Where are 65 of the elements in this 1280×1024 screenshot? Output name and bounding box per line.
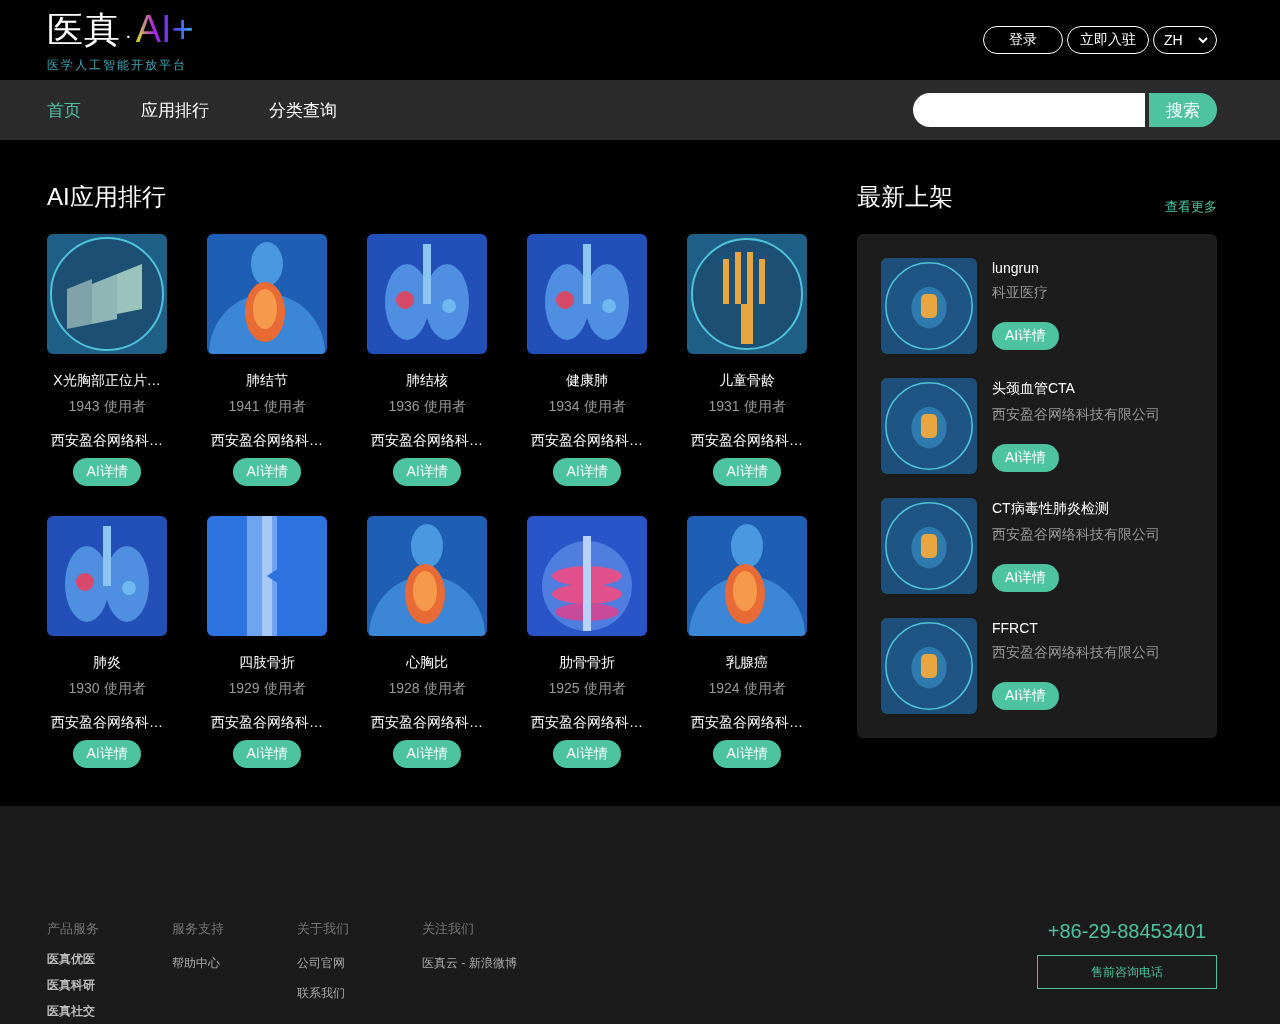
footer-link[interactable]: 联系我们 xyxy=(297,980,422,1006)
company-name: 西安盈谷网络科… xyxy=(371,714,483,732)
app-name: 肺炎 xyxy=(93,654,121,672)
nav-item[interactable]: 应用排行 xyxy=(141,98,209,122)
company-name: 西安盈谷网络科… xyxy=(211,432,323,450)
footer-link[interactable]: 医真优医 xyxy=(47,946,172,972)
user-count: 1934 使用者 xyxy=(548,398,626,416)
company-name: 西安盈谷网络科… xyxy=(211,714,323,732)
user-count: 1928 使用者 xyxy=(388,680,466,698)
footer-link[interactable]: 医真科研 xyxy=(47,972,172,998)
app-name: 头颈血管CTA xyxy=(992,380,1075,398)
consult-button[interactable]: 售前咨询电话 xyxy=(1037,955,1217,989)
app-name: 肺结节 xyxy=(246,372,288,390)
footer-link[interactable]: 公司官网 xyxy=(297,950,422,976)
footer-heading: 关注我们 xyxy=(422,920,475,938)
company-name: 西安盈谷网络科技有限公司 xyxy=(992,644,1160,662)
user-count: 1930 使用者 xyxy=(68,680,146,698)
company-name: 西安盈谷网络科技有限公司 xyxy=(992,406,1160,424)
user-count: 1936 使用者 xyxy=(388,398,466,416)
footer-link[interactable]: 医真云 - 新浪微博 xyxy=(422,950,547,976)
user-count: 1924 使用者 xyxy=(708,680,786,698)
company-name: 西安盈谷网络科技有限公司 xyxy=(992,526,1160,544)
language-select[interactable]: ZH xyxy=(1153,26,1217,54)
app-name: X光胸部正位片… xyxy=(53,372,161,390)
footer-heading: 关于我们 xyxy=(297,920,350,938)
section-title: AI应用排行 xyxy=(47,182,167,212)
user-count: 1941 使用者 xyxy=(228,398,306,416)
app-name: 健康肺 xyxy=(566,372,608,390)
user-count: 1943 使用者 xyxy=(68,398,146,416)
section-title: 最新上架 xyxy=(857,182,953,212)
search-field[interactable] xyxy=(913,93,1145,127)
company-name: 西安盈谷网络科… xyxy=(531,714,643,732)
phone-number: +86-29-88453401 xyxy=(1047,920,1207,943)
app-name: FFRCT xyxy=(992,620,1038,636)
app-name: CT病毒性肺炎检测 xyxy=(992,500,1109,518)
app-name: 心胸比 xyxy=(406,654,448,672)
footer-link[interactable]: 帮助中心 xyxy=(172,950,297,976)
user-count: 1925 使用者 xyxy=(548,680,626,698)
nav-item[interactable]: 分类查询 xyxy=(269,98,337,122)
company-name: 西安盈谷网络科… xyxy=(691,432,803,450)
company-name: 西安盈谷网络科… xyxy=(371,432,483,450)
logo-dot: · xyxy=(125,22,132,48)
footer-heading: 产品服务 xyxy=(47,920,100,938)
app-name: 四肢骨折 xyxy=(239,654,295,672)
company-name: 西安盈谷网络科… xyxy=(51,432,163,450)
app-name: 乳腺癌 xyxy=(726,654,768,672)
app-name: 肺结核 xyxy=(406,372,448,390)
app-name: lungrun xyxy=(992,260,1039,276)
footer-heading: 服务支持 xyxy=(172,920,225,938)
footer-link[interactable]: 医真社交 xyxy=(47,998,172,1024)
more-link[interactable]: 查看更多 xyxy=(1165,198,1217,216)
company-name: 西安盈谷网络科… xyxy=(691,714,803,732)
chevron-down-icon xyxy=(1198,36,1208,44)
company-name: 西安盈谷网络科… xyxy=(531,432,643,450)
nav-item[interactable]: 首页 xyxy=(47,98,81,122)
header-button[interactable]: 立即入驻 xyxy=(1067,26,1149,54)
header-button[interactable]: 登录 xyxy=(983,26,1063,54)
logo-subtitle: 医学人工智能开放平台 xyxy=(47,56,188,74)
user-count: 1931 使用者 xyxy=(708,398,786,416)
app-name: 儿童骨龄 xyxy=(719,372,775,390)
app-name: 肋骨骨折 xyxy=(559,654,615,672)
company-name: 西安盈谷网络科… xyxy=(51,714,163,732)
user-count: 1929 使用者 xyxy=(228,680,306,698)
company-name: 科亚医疗 xyxy=(992,284,1048,302)
logo-text: 医真 xyxy=(47,9,121,50)
